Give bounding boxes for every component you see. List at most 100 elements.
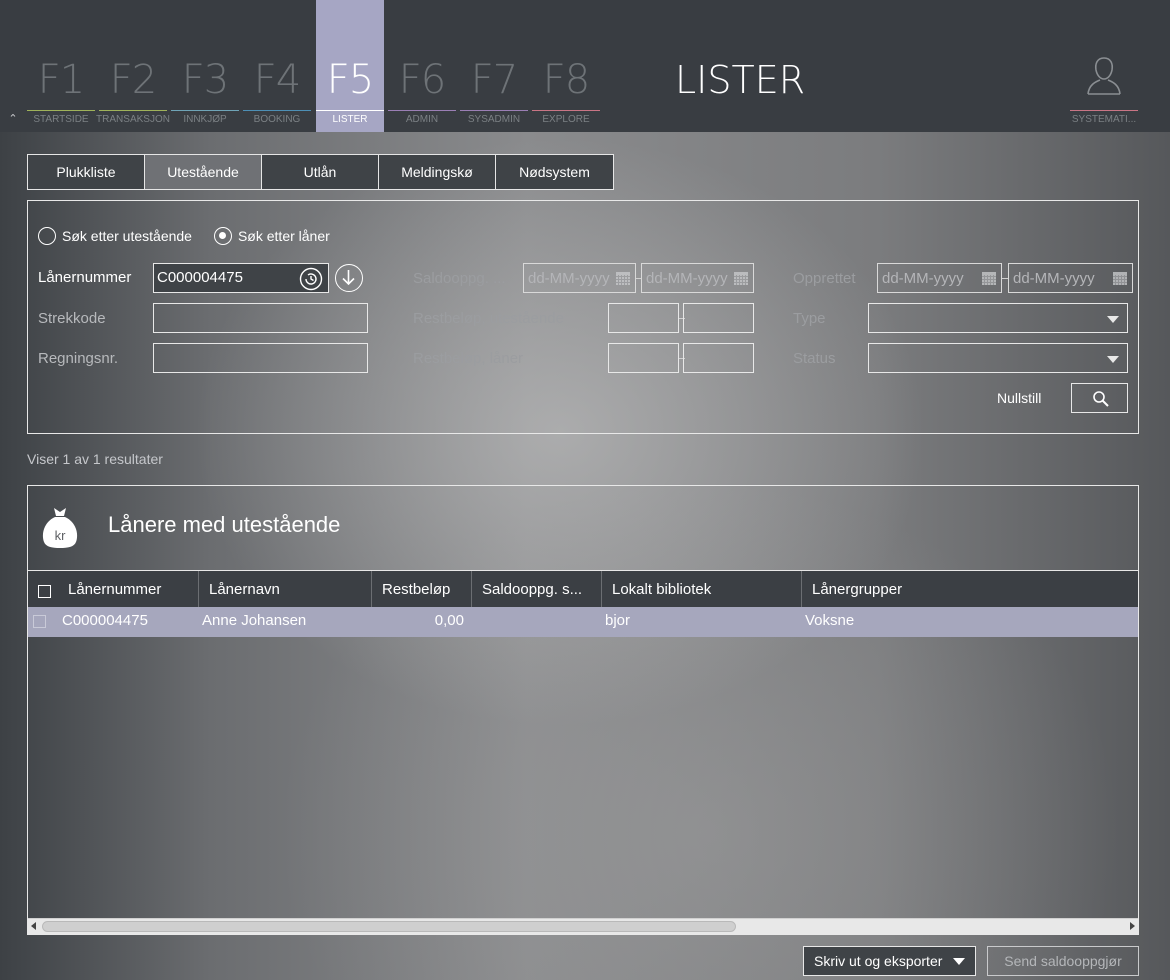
reset-button[interactable]: Nullstill bbox=[997, 390, 1041, 406]
column-header-borrower-name[interactable]: Lånernavn bbox=[199, 571, 372, 608]
row-checkbox[interactable] bbox=[33, 615, 46, 628]
tab-utlan[interactable]: Utlån bbox=[262, 155, 379, 189]
radio-search-borrower[interactable] bbox=[213, 227, 232, 245]
status-select[interactable] bbox=[868, 343, 1128, 373]
select-all-checkbox[interactable] bbox=[38, 585, 51, 598]
created-label: Opprettet bbox=[793, 270, 856, 287]
history-icon[interactable] bbox=[299, 267, 323, 291]
rest-borrower-from-input[interactable] bbox=[608, 343, 679, 373]
balance-statement-label: Saldooppg. ... bbox=[413, 270, 506, 287]
barcode-input[interactable] bbox=[153, 303, 368, 333]
fkey-number: F1 bbox=[37, 57, 85, 103]
calendar-icon[interactable] bbox=[734, 272, 748, 285]
cell-borrower-groups: Voksne bbox=[805, 612, 855, 629]
fkey-underline bbox=[316, 110, 384, 111]
page-title: LISTER bbox=[675, 58, 806, 102]
calendar-icon[interactable] bbox=[982, 272, 996, 285]
svg-text:kr: kr bbox=[55, 528, 67, 543]
fkey-label: TRANSAKSJON bbox=[96, 114, 170, 125]
tab-utestaende[interactable]: Utestående bbox=[145, 155, 262, 189]
balance-date-to-input[interactable]: dd-MM-yyyy bbox=[641, 263, 754, 293]
send-balance-button[interactable]: Send saldooppgjør bbox=[987, 946, 1139, 976]
invoice-number-input[interactable] bbox=[153, 343, 368, 373]
nav-f3-innkjop[interactable]: F3 INNKJØP bbox=[171, 0, 239, 132]
nav-f8-explore[interactable]: F8 EXPLORE bbox=[532, 0, 600, 132]
scrollbar-thumb[interactable] bbox=[42, 921, 736, 932]
results-header: kr Lånere med utestående bbox=[28, 486, 1138, 568]
chevron-down-icon bbox=[1107, 356, 1119, 363]
rest-outstanding-from-input[interactable] bbox=[608, 303, 679, 333]
fkey-underline bbox=[171, 110, 239, 111]
fkey-underline bbox=[388, 110, 456, 111]
nav-f2-transaksjon[interactable]: F2 TRANSAKSJON bbox=[96, 0, 170, 132]
fkey-label: STARTSIDE bbox=[33, 114, 89, 125]
list-tabs: Plukkliste Utestående Utlån Meldingskø N… bbox=[27, 154, 614, 190]
scroll-right-icon[interactable] bbox=[1130, 922, 1135, 930]
scroll-left-icon[interactable] bbox=[31, 922, 36, 930]
fkey-underline bbox=[532, 110, 600, 111]
radio-search-outstanding[interactable] bbox=[38, 227, 56, 245]
calendar-icon[interactable] bbox=[1113, 272, 1127, 285]
tab-plukkliste[interactable]: Plukkliste bbox=[28, 155, 145, 189]
fkey-label: INNKJØP bbox=[183, 114, 227, 125]
print-export-label: Skriv ut og eksporter bbox=[814, 953, 943, 969]
borrower-number-input[interactable]: C000004475 bbox=[153, 263, 329, 293]
created-date-from-input[interactable]: dd-MM-yyyy bbox=[877, 263, 1002, 293]
user-label: SYSTEMATI... bbox=[1071, 114, 1137, 125]
column-header-borrower-groups[interactable]: Lånergrupper bbox=[802, 571, 1138, 608]
date-placeholder: dd-MM-yyyy bbox=[646, 270, 728, 287]
borrower-number-value: C000004475 bbox=[157, 269, 243, 286]
fkey-number: F4 bbox=[253, 57, 301, 103]
radio-label-outstanding: Søk etter utestående bbox=[62, 228, 192, 244]
nav-f1-startside[interactable]: F1 STARTSIDE bbox=[27, 0, 95, 132]
results-title: Lånere med utestående bbox=[108, 512, 341, 537]
nav-f6-admin[interactable]: F6 ADMIN bbox=[388, 0, 456, 132]
nav-f7-sysadmin[interactable]: F7 SYSADMIN bbox=[460, 0, 528, 132]
chevron-down-icon bbox=[953, 958, 965, 965]
fkey-number: F7 bbox=[470, 57, 518, 103]
search-button[interactable] bbox=[1071, 383, 1128, 413]
cell-local-library: bjor bbox=[605, 612, 631, 629]
column-header-local-library[interactable]: Lokalt bibliotek bbox=[602, 571, 802, 608]
radio-label-borrower: Søk etter låner bbox=[237, 228, 330, 244]
fkey-number: F6 bbox=[398, 57, 446, 103]
column-header-balance-statement[interactable]: Saldooppg. s... bbox=[472, 571, 602, 608]
fkey-underline bbox=[243, 110, 311, 111]
top-navigation-bar: ⌃ F1 STARTSIDE F2 TRANSAKSJON F3 INNKJØP… bbox=[0, 0, 1170, 132]
rest-borrower-to-input[interactable] bbox=[683, 343, 754, 373]
date-placeholder: dd-MM-yyyy bbox=[528, 270, 610, 287]
rest-outstanding-to-input[interactable] bbox=[683, 303, 754, 333]
fkey-label: ADMIN bbox=[405, 114, 439, 125]
created-date-to-input[interactable]: dd-MM-yyyy bbox=[1008, 263, 1133, 293]
tab-nodsystem[interactable]: Nødsystem bbox=[496, 155, 613, 189]
cell-borrower-number: C000004475 bbox=[62, 612, 148, 629]
fkey-underline bbox=[99, 110, 167, 111]
tab-meldingsko[interactable]: Meldingskø bbox=[379, 155, 496, 189]
table-row[interactable]: C000004475 Anne Johansen 0,00 bjor Voksn… bbox=[28, 607, 1138, 637]
balance-date-from-input[interactable]: dd-MM-yyyy bbox=[523, 263, 636, 293]
column-header-rest-amount[interactable]: Restbeløp bbox=[372, 571, 472, 608]
search-mode-radios: Søk etter utestående Søk etter låner bbox=[38, 227, 352, 245]
user-menu[interactable]: SYSTEMATI... bbox=[1070, 50, 1138, 132]
fkey-label: LISTER bbox=[332, 114, 368, 125]
calendar-icon[interactable] bbox=[616, 272, 630, 285]
chevron-up-icon[interactable]: ⌃ bbox=[6, 112, 20, 126]
money-bag-icon: kr bbox=[42, 508, 78, 548]
fkey-underline bbox=[460, 110, 528, 111]
nav-f5-lister[interactable]: F5 LISTER bbox=[316, 0, 384, 132]
column-header-borrower-number[interactable]: Lånernummer bbox=[58, 571, 199, 608]
rest-borrower-label: Restbeløp, låner bbox=[413, 350, 524, 367]
nav-f4-booking[interactable]: F4 BOOKING bbox=[243, 0, 311, 132]
fkey-underline bbox=[27, 110, 95, 111]
horizontal-scrollbar[interactable] bbox=[28, 918, 1138, 934]
rest-outstanding-label: Restbeløp, utestående bbox=[413, 310, 564, 327]
arrow-down-button[interactable] bbox=[335, 264, 363, 292]
fkey-number: F3 bbox=[181, 57, 229, 103]
type-select[interactable] bbox=[868, 303, 1128, 333]
barcode-label: Strekkode bbox=[38, 310, 106, 327]
cell-borrower-name: Anne Johansen bbox=[202, 612, 307, 629]
print-export-button[interactable]: Skriv ut og eksporter bbox=[803, 946, 976, 976]
cell-rest-amount: 0,00 bbox=[434, 612, 464, 629]
user-underline bbox=[1070, 110, 1138, 111]
status-label: Status bbox=[793, 350, 836, 367]
